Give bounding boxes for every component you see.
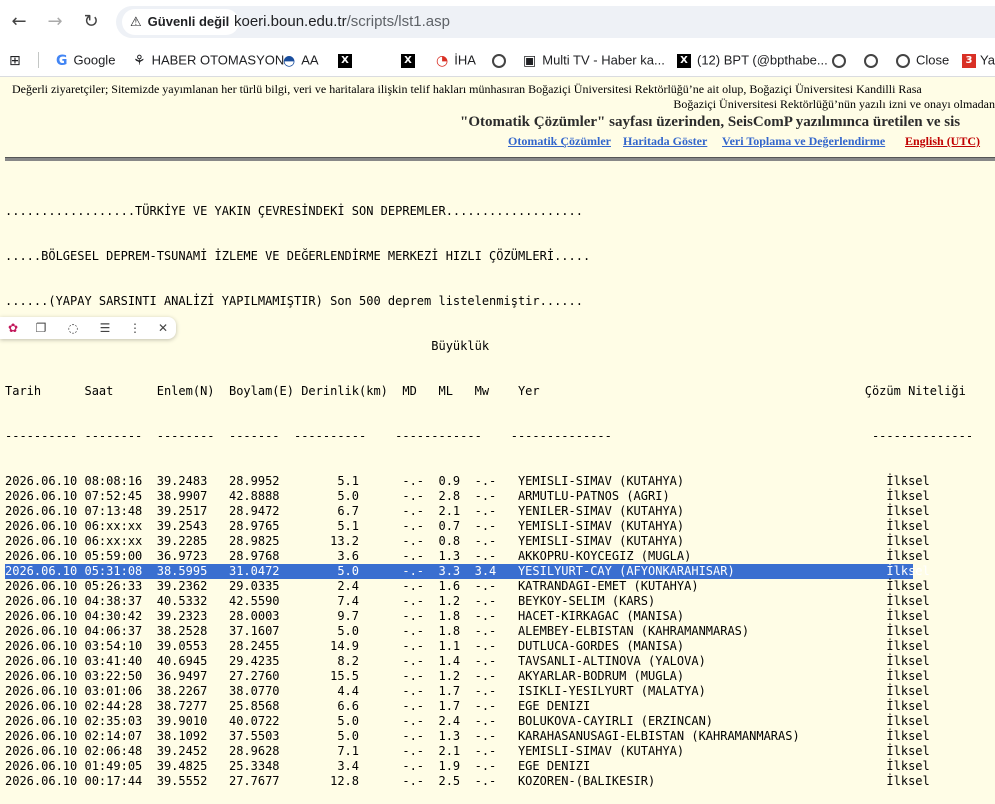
bookmark-google[interactable]: G Google xyxy=(56,44,115,76)
url-text[interactable]: koeri.boun.edu.tr/scripts/lst1.asp xyxy=(234,6,450,38)
bookmarks-divider xyxy=(38,52,39,68)
table-row[interactable]: 2026.06.10 04:06:37 38.2528 37.1607 5.0 … xyxy=(5,624,973,639)
table-row[interactable]: 2026.06.10 08:08:16 39.2483 28.9952 5.1 … xyxy=(5,474,973,489)
table-row[interactable]: 2026.06.10 01:49:05 39.4825 25.3348 3.4 … xyxy=(5,759,973,774)
bookmark-globe-3[interactable] xyxy=(864,44,884,76)
note-icon[interactable]: ☰ xyxy=(94,317,116,339)
x-logo-icon: X xyxy=(401,53,415,68)
bookmark-globe-2[interactable] xyxy=(832,44,852,76)
network-icon: ⚘ xyxy=(133,52,146,69)
globe-icon xyxy=(864,53,878,68)
table-row[interactable]: 2026.06.10 03:22:50 36.9497 27.2760 15.5… xyxy=(5,669,973,684)
column-group-header: Büyüklük xyxy=(5,339,490,353)
table-row[interactable]: 2026.06.10 02:44:28 38.7277 25.8568 6.6 … xyxy=(5,699,973,714)
security-label: Güvenli değil xyxy=(147,14,230,29)
bookmark-globe-1[interactable] xyxy=(492,44,512,76)
globe-icon xyxy=(492,53,506,68)
forward-arrow-icon[interactable]: → xyxy=(42,9,68,35)
table-row[interactable]: 2026.06.10 03:41:40 40.6945 29.4235 8.2 … xyxy=(5,654,973,669)
notice-headline: "Otomatik Çözümler" sayfası üzerinden, S… xyxy=(460,114,961,130)
bookmark-red-icon: 3 xyxy=(962,53,976,68)
reload-icon[interactable]: ↻ xyxy=(78,9,104,35)
x-logo-icon: X xyxy=(677,53,691,68)
globe-icon xyxy=(832,53,846,68)
table-row[interactable]: 2026.06.10 04:30:42 39.2323 28.0003 9.7 … xyxy=(5,609,973,624)
warning-triangle-icon: ⚠ xyxy=(130,15,142,30)
security-chip[interactable]: ⚠ Güvenli değil xyxy=(122,9,240,35)
bookmark-close[interactable]: Close xyxy=(896,44,949,76)
tv-icon: ▣ xyxy=(523,52,537,69)
horizontal-rule xyxy=(5,157,995,161)
table-row[interactable]: 2026.06.10 02:14:07 38.1092 37.5503 5.0 … xyxy=(5,729,973,744)
bookmark-aa[interactable]: ◓ AA xyxy=(283,44,319,76)
header-line: .....BÖLGESEL DEPREM-TSUNAMİ İZLEME VE D… xyxy=(5,249,591,263)
url-path: /scripts/lst1.asp xyxy=(346,13,450,30)
link-veri-toplama[interactable]: Veri Toplama ve Değerlendirme xyxy=(722,134,885,149)
back-arrow-icon[interactable]: ← xyxy=(6,9,32,35)
copy-icon[interactable]: ❐ xyxy=(30,317,52,339)
bookmark-ya[interactable]: 3 Ya xyxy=(962,44,995,76)
link-english[interactable]: English (UTC) xyxy=(905,134,980,149)
earthquake-list: ..................TÜRKİYE VE YAKIN ÇEVRE… xyxy=(5,174,973,804)
header-line: ..................TÜRKİYE VE YAKIN ÇEVRE… xyxy=(5,204,583,218)
browser-toolbar: ← → ↻ ⚠ Güvenli değil koeri.boun.edu.tr/s… xyxy=(0,0,995,44)
bookmark-iha[interactable]: ◔ İHA xyxy=(436,44,476,76)
bookmark-bpt[interactable]: X (12) BPT (@bpthabe... xyxy=(677,44,828,76)
column-underline: ---------- -------- -------- ------- ---… xyxy=(5,429,974,443)
table-row[interactable]: 2026.06.10 06:xx:xx 39.2285 28.9825 13.2… xyxy=(5,534,973,549)
iha-logo-icon: ◔ xyxy=(436,52,449,69)
table-row[interactable]: 2026.06.10 02:35:03 39.9010 40.0722 5.0 … xyxy=(5,714,973,729)
globe-icon xyxy=(896,53,910,68)
url-host: koeri.boun.edu.tr xyxy=(234,13,347,30)
table-row[interactable]: 2026.06.10 05:26:33 39.2362 29.0335 2.4 … xyxy=(5,579,973,594)
table-row[interactable]: 2026.06.10 04:38:37 40.5332 42.5590 7.4 … xyxy=(5,594,973,609)
table-row[interactable]: 2026.06.10 07:13:48 39.2517 28.9472 6.7 … xyxy=(5,504,973,519)
aa-logo-icon: ◓ xyxy=(283,52,296,69)
bookmarks-bar: ⊞ G Google ⚘ HABER OTOMASYON ◓ AA X X ◔ İHA … xyxy=(0,44,995,77)
close-icon[interactable]: ✕ xyxy=(152,317,174,339)
bookmark-x-2[interactable]: X xyxy=(401,44,421,76)
link-haritada-goster[interactable]: Haritada Göster xyxy=(623,134,707,149)
table-row[interactable]: 2026.06.10 05:59:00 36.9723 28.9768 3.6 … xyxy=(5,549,973,564)
bookmark-multi-tv[interactable]: ▣ Multi TV - Haber ka... xyxy=(523,44,665,76)
notice-line-1: Değerli ziyaretçiler; Sitemizde yayımlan… xyxy=(12,82,922,96)
x-logo-icon: X xyxy=(338,53,352,68)
apps-grid-icon[interactable]: ⊞ xyxy=(9,44,27,76)
link-otomatik-cozumler[interactable]: Otomatik Çözümler xyxy=(508,134,611,149)
floating-selection-toolbar: ✿ ❐ ◌ ☰ ⋮ ✕ xyxy=(0,317,176,339)
table-row[interactable]: 2026.06.10 03:54:10 39.0553 28.2455 14.9… xyxy=(5,639,973,654)
more-options-icon[interactable]: ⋮ xyxy=(124,317,146,339)
table-row[interactable]: 2026.06.10 07:52:45 38.9907 42.8888 5.0 … xyxy=(5,489,973,504)
table-row[interactable]: 2026.06.10 02:06:48 39.2452 28.9628 7.1 … xyxy=(5,744,973,759)
bookmark-haber-otomasyon[interactable]: ⚘ HABER OTOMASYON xyxy=(133,44,284,76)
address-bar[interactable]: ⚠ Güvenli değil koeri.boun.edu.tr/scripts… xyxy=(116,6,995,38)
notice-line-2: Boğaziçi Üniversitesi Rektörlüğü’nün yaz… xyxy=(673,97,995,111)
header-line: ......(YAPAY SARSINTI ANALİZİ YAPILMAMIŞ… xyxy=(5,294,583,308)
table-row-selected[interactable]: 2026.06.10 05:31:08 38.5995 31.0472 5.0 … xyxy=(5,564,930,579)
table-row[interactable]: 2026.06.10 06:xx:xx 39.2543 28.9765 5.1 … xyxy=(5,519,973,534)
column-headers: Tarih Saat Enlem(N) Boylam(E) Derinlik(k… xyxy=(5,384,966,398)
chat-bubble-icon[interactable]: ◌ xyxy=(62,317,84,339)
bookmark-x-1[interactable]: X xyxy=(338,44,358,76)
table-row[interactable]: 2026.06.10 00:17:44 39.5552 27.7677 12.8… xyxy=(5,774,973,789)
ai-assistant-icon[interactable]: ✿ xyxy=(2,317,24,339)
google-icon: G xyxy=(56,52,68,69)
earthquake-rows: 2026.06.10 08:08:16 39.2483 28.9952 5.1 … xyxy=(5,474,973,789)
table-row[interactable]: 2026.06.10 03:01:06 38.2267 38.0770 4.4 … xyxy=(5,684,973,699)
